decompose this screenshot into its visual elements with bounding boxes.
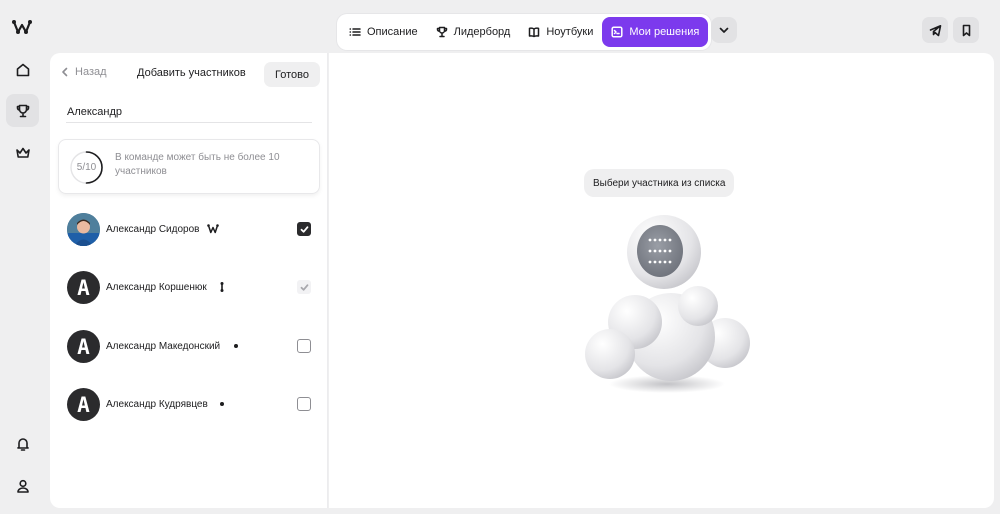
user-checkbox[interactable] — [297, 339, 311, 353]
members-limit-text: В команде может быть не более 10 участни… — [115, 152, 280, 177]
members-count: 5/10 — [76, 162, 97, 173]
telegram-button[interactable] — [922, 17, 948, 43]
user-row[interactable]: Александр Сидоров — [50, 205, 328, 255]
avatar: A — [67, 330, 100, 363]
user-name: Александр Македонский — [106, 341, 221, 352]
profile-button[interactable] — [6, 469, 39, 502]
home-button[interactable] — [6, 53, 39, 86]
chevron-left-icon — [62, 67, 68, 77]
more-tabs-button[interactable] — [711, 17, 737, 43]
tab-label: Ноутбуки — [546, 26, 594, 38]
tab-notebooks[interactable]: Ноутбуки — [519, 17, 602, 47]
hint-bubble: Выбери участника из списка — [584, 169, 735, 197]
tab-my-solutions[interactable]: Мои решения — [602, 17, 709, 47]
avatar-letter-icon: A — [77, 334, 90, 359]
bell-icon — [16, 437, 29, 451]
send-icon — [929, 24, 941, 36]
competitions-button[interactable] — [6, 94, 39, 127]
list-icon — [349, 28, 361, 36]
user-name: Александр Кудрявцев — [106, 399, 208, 410]
main-frame: Описание Лидерборд Ноутбуки Мои решения — [50, 6, 994, 508]
tab-label: Лидерборд — [453, 26, 511, 38]
top-bar: Описание Лидерборд Ноутбуки Мои решения — [50, 6, 994, 52]
user-name: Александр Коршенюк — [106, 282, 207, 293]
trophy-icon — [436, 26, 447, 38]
user-icon — [16, 479, 29, 493]
avatar-letter-icon: A — [77, 275, 90, 300]
logo-icon[interactable] — [12, 19, 32, 35]
avatar: A — [67, 388, 100, 421]
logo-badge-icon — [207, 224, 219, 234]
rank-badge-icon — [220, 282, 224, 292]
panel-header: Назад Добавить участников Готово — [50, 53, 328, 93]
robot-mascot-icon — [585, 215, 750, 393]
user-row[interactable]: A Александр Коршенюк — [50, 263, 328, 313]
avatar: A — [67, 271, 100, 304]
left-rail — [0, 0, 44, 514]
bookmark-icon — [962, 24, 970, 36]
tabs: Описание Лидерборд Ноутбуки Мои решения — [337, 14, 712, 50]
tab-label: Описание — [367, 26, 418, 38]
home-icon — [16, 63, 29, 76]
leaders-button[interactable] — [6, 136, 39, 169]
tab-leaderboard[interactable]: Лидерборд — [427, 17, 520, 47]
panel-title: Добавить участников — [137, 67, 246, 79]
chevron-down-icon — [719, 27, 729, 33]
bookmark-button[interactable] — [953, 17, 979, 43]
book-icon — [529, 27, 540, 38]
check-icon — [300, 225, 308, 233]
user-name: Александр Сидоров — [106, 224, 200, 235]
done-button[interactable]: Готово — [264, 62, 320, 87]
back-label: Назад — [75, 66, 107, 78]
notifications-button[interactable] — [6, 427, 39, 460]
trophy-icon — [16, 104, 29, 117]
status-dot-icon — [234, 344, 238, 348]
members-limit-card: 5/10 В команде может быть не более 10 уч… — [58, 139, 320, 194]
add-members-panel: Назад Добавить участников Готово 5/10 В … — [50, 53, 328, 508]
status-dot-icon — [220, 402, 224, 406]
empty-state-panel: Выбери участника из списка — [329, 53, 994, 508]
back-button[interactable]: Назад — [60, 66, 107, 78]
user-checkbox[interactable] — [297, 280, 311, 294]
terminal-icon — [611, 26, 623, 38]
user-checkbox[interactable] — [297, 397, 311, 411]
search-input[interactable] — [66, 101, 312, 123]
user-checkbox[interactable] — [297, 222, 311, 236]
check-icon — [300, 283, 308, 291]
crown-icon — [15, 147, 30, 158]
user-row[interactable]: A Александр Македонский — [50, 322, 328, 372]
tab-description[interactable]: Описание — [340, 17, 427, 47]
tab-label: Мои решения — [629, 26, 700, 38]
avatar-letter-icon: A — [77, 392, 90, 417]
avatar — [67, 213, 100, 246]
user-row[interactable]: A Александр Кудрявцев — [50, 380, 328, 430]
